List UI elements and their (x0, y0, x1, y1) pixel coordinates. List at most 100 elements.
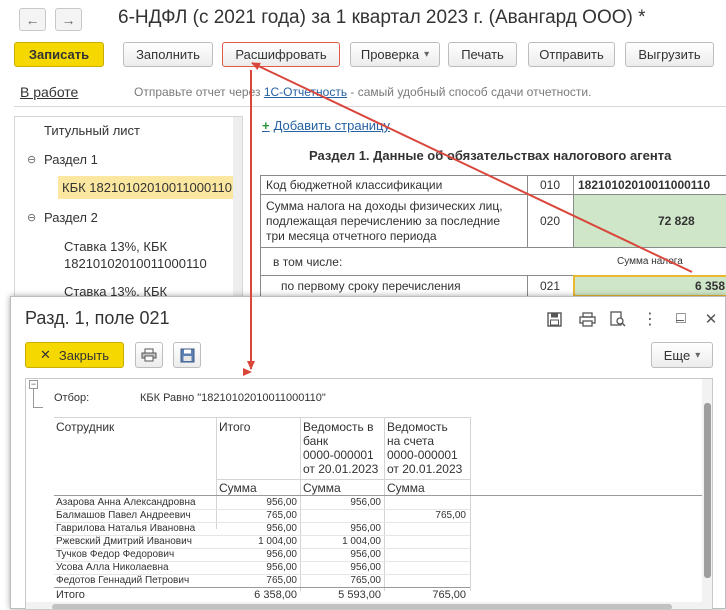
more-vertical-icon[interactable]: ⋮ (640, 309, 660, 329)
arrow-left-icon: ← (25, 11, 40, 28)
vertical-scroll-thumb[interactable] (704, 403, 711, 578)
col-bank-2: банк (303, 434, 329, 448)
chevron-down-icon: ▾ (695, 349, 701, 361)
dialog-title: Разд. 1, поле 021 (25, 308, 170, 328)
row-total: 956,00 (266, 523, 297, 534)
employee-name: Балмашов Павел Андреевич (56, 510, 191, 521)
col-cash-1: Ведомость (387, 420, 448, 434)
grid-line (300, 417, 301, 591)
horizontal-scroll-thumb[interactable] (52, 604, 672, 609)
add-page-label: Добавить страницу (273, 118, 390, 133)
save-button[interactable]: Записать (14, 42, 104, 67)
row-total: 765,00 (266, 575, 297, 586)
totals-total: 6 358,00 (254, 589, 297, 601)
status-link[interactable]: В работе (20, 84, 78, 100)
row-bank: 1 004,00 (342, 536, 381, 547)
tree-item-rate1-line1[interactable]: Ставка 13%, КБК (64, 239, 167, 254)
collapse-group-icon[interactable]: − (29, 380, 38, 389)
chevron-down-icon: ▾ (424, 49, 430, 60)
add-page-link[interactable]: + Добавить страницу (262, 118, 390, 133)
tree-item-title-page[interactable]: Титульный лист (44, 123, 140, 138)
col-cash-2: на счета (387, 434, 435, 448)
col-cash-3: 0000-000001 (387, 448, 458, 462)
tax-sum-header: Сумма налога (617, 256, 683, 267)
maximize-icon[interactable]: □ (671, 309, 691, 329)
filter-label: Отбор: (54, 392, 90, 404)
section-title: Раздел 1. Данные об обязательствах налог… (309, 148, 672, 163)
col-cash-sum: Сумма (387, 481, 425, 495)
save-report-button[interactable] (173, 342, 201, 368)
employee-name: Ржевский Дмитрий Иванович (56, 536, 192, 547)
reporting-link[interactable]: 1С-Отчетность (264, 85, 347, 99)
col-bank-sum: Сумма (303, 481, 341, 495)
row-bank: 956,00 (350, 562, 381, 573)
hint-suffix: - самый удобный способ сдачи отчетности. (347, 85, 592, 99)
check-button[interactable]: Проверка ▾ (350, 42, 440, 67)
back-button[interactable]: ← (19, 8, 46, 31)
kbk-value-field[interactable]: 18210102010011000110 (573, 175, 726, 195)
row-total: 1 004,00 (258, 536, 297, 547)
employee-name: Усова Алла Николаевна (56, 562, 169, 573)
kbk-code: 010 (540, 178, 561, 192)
print-button[interactable]: Печать (448, 42, 517, 67)
close-button[interactable]: ✕ Закрыть (25, 342, 124, 368)
row-cash: 765,00 (435, 510, 466, 521)
tree-item-rate1-line2[interactable]: 18210102010011000110 (64, 256, 207, 271)
kbk-label-cell: Код бюджетной классификации (260, 175, 528, 195)
grid-line (54, 417, 470, 418)
row-bank: 956,00 (350, 523, 381, 534)
upload-button[interactable]: Выгрузить (625, 42, 714, 67)
f021-code: 021 (540, 279, 561, 293)
preview-icon[interactable] (608, 309, 628, 329)
save-icon[interactable] (544, 309, 564, 329)
f020-label-cell: Сумма налога на доходы физических лиц, п… (260, 194, 528, 248)
collapse-icon[interactable]: ⊖ (27, 153, 36, 166)
collapse-icon[interactable]: ⊖ (27, 211, 36, 224)
hint-prefix: Отправьте отчет через (134, 85, 264, 99)
row-total: 956,00 (266, 497, 297, 508)
grid-line (54, 495, 702, 496)
employee-name: Тучков Федор Федорович (56, 549, 175, 560)
grid-line (384, 417, 385, 591)
print-icon[interactable] (577, 309, 597, 329)
f021-label: по первому сроку перечисления (281, 279, 461, 293)
f021-label-cell: по первому сроку перечисления (260, 275, 528, 297)
row-total: 956,00 (266, 549, 297, 560)
more-label: Еще (663, 347, 691, 363)
printer-icon (141, 348, 157, 362)
f021-value: 6 358 (695, 279, 726, 293)
f020-code-cell: 020 (527, 194, 574, 248)
decode-dialog: Разд. 1, поле 021 ⋮ – □ ✕ ✕ Закрыть Еще … (10, 296, 726, 610)
close-window-icon[interactable]: ✕ (701, 309, 721, 329)
print-report-button[interactable] (135, 342, 163, 368)
group-line (33, 389, 34, 407)
col-cash-4: от 20.01.2023 (387, 462, 463, 476)
kbk-code-cell: 010 (527, 175, 574, 195)
col-bank-4: от 20.01.2023 (303, 462, 379, 476)
window-title: 6-НДФЛ (с 2021 года) за 1 квартал 2023 г… (118, 7, 646, 28)
arrow-right-icon: → (61, 11, 76, 28)
tree-item-section2[interactable]: Раздел 2 (44, 210, 98, 225)
decode-button[interactable]: Расшифровать (222, 42, 340, 67)
tree-scrollbar[interactable] (233, 117, 242, 305)
report-spreadsheet[interactable]: − Отбор: КБК Равно "18210102010011000110… (25, 378, 713, 610)
tree-item-section1-kbk[interactable]: КБК 18210102010011000110 (58, 176, 233, 199)
row-bank: 765,00 (350, 575, 381, 586)
panel-divider (251, 116, 252, 306)
more-button[interactable]: Еще ▾ (651, 342, 713, 368)
col-employee: Сотрудник (56, 420, 115, 434)
f020-value-field[interactable]: 72 828 (573, 194, 726, 248)
grid-line (216, 479, 470, 480)
forward-button[interactable]: → (55, 8, 82, 31)
fill-button[interactable]: Заполнить (123, 42, 213, 67)
tree-item-section1[interactable]: Раздел 1 (44, 152, 98, 167)
filter-value: КБК Равно "18210102010011000110" (140, 392, 326, 404)
col-bank-3: 0000-000001 (303, 448, 374, 462)
kbk-value: 18210102010011000110 (578, 178, 711, 192)
plus-icon: + (262, 118, 270, 133)
f021-value-field[interactable]: 6 358 (573, 275, 726, 297)
send-button[interactable]: Отправить (528, 42, 615, 67)
row-bank: 956,00 (350, 497, 381, 508)
grid-line (216, 417, 217, 529)
col-bank-1: Ведомость в (303, 420, 374, 434)
